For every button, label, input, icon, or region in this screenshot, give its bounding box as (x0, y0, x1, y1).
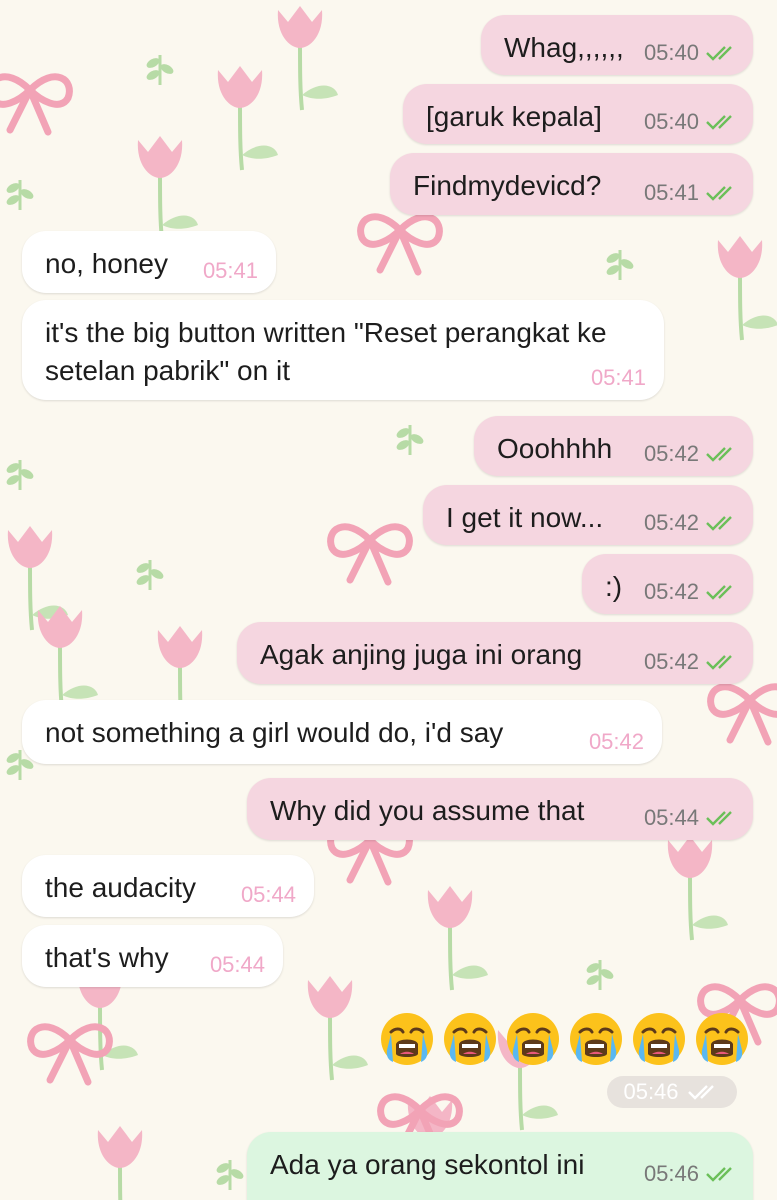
message-text: not something a girl would do, i'd say (45, 717, 504, 748)
message-text: I get it now... (446, 502, 604, 533)
outgoing-message[interactable]: Ooohhhh 05:42 (474, 416, 753, 476)
read-double-check-icon (706, 186, 732, 201)
read-double-check-icon (706, 115, 732, 130)
outgoing-message[interactable]: Whag,,,,,, 05:40 (481, 15, 753, 75)
incoming-message[interactable]: it's the big button written "Reset peran… (22, 300, 664, 400)
read-double-check-icon (706, 447, 732, 462)
outgoing-message[interactable]: I get it now... 05:42 (423, 485, 753, 545)
message-text: that's why (45, 942, 169, 973)
outgoing-message[interactable]: Agak anjing juga ini orang 05:42 (237, 622, 753, 684)
message-text: the audacity (45, 872, 196, 903)
incoming-message[interactable]: not something a girl would do, i'd say 0… (22, 700, 662, 764)
message-time: 05:44 (209, 952, 265, 977)
loudly-crying-face-icon (570, 1013, 622, 1065)
message-time: 05:46 (623, 1079, 679, 1104)
read-double-check-icon (706, 1167, 732, 1182)
read-double-check-icon (706, 811, 732, 826)
message-time: 05:41 (590, 365, 646, 390)
message-text: [garuk kepala] (426, 101, 602, 132)
message-text: Ooohhhh (497, 433, 613, 464)
loudly-crying-face-icon (696, 1013, 748, 1065)
message-time: 05:44 (240, 882, 296, 907)
outgoing-message[interactable]: Findmydevicd? 05:41 (390, 153, 753, 215)
message-time: 05:41 (202, 258, 258, 283)
message-time: 05:44 (643, 805, 699, 830)
message-time: 05:42 (643, 510, 699, 535)
outgoing-message[interactable]: [garuk kepala] 05:40 (403, 84, 753, 144)
message-time: 05:41 (643, 180, 699, 205)
message-time: 05:42 (643, 579, 699, 604)
message-time: 05:42 (643, 649, 699, 674)
message-text: :) (605, 571, 623, 602)
outgoing-message[interactable]: Why did you assume that 05:44 (247, 778, 753, 840)
incoming-message[interactable]: no, honey 05:41 (22, 231, 276, 293)
message-text: Agak anjing juga ini orang (260, 639, 583, 670)
read-double-check-icon (706, 585, 732, 600)
emoji-message[interactable] (378, 1010, 751, 1068)
message-time: 05:42 (588, 729, 644, 754)
read-double-check-icon (706, 46, 732, 61)
loudly-crying-face-icon (381, 1013, 433, 1065)
message-time: 05:42 (643, 441, 699, 466)
message-time: 05:46 (643, 1161, 699, 1186)
message-text: Whag,,,,,, (504, 32, 624, 63)
read-double-check-icon (687, 1085, 714, 1100)
read-double-check-icon (706, 516, 732, 531)
outgoing-message[interactable]: Ada ya orang sekontol ini 05:46 (247, 1132, 753, 1200)
message-time: 05:40 (643, 40, 699, 65)
loudly-crying-face-icon (444, 1013, 496, 1065)
message-text: Findmydevicd? (413, 170, 602, 201)
incoming-message[interactable]: that's why 05:44 (22, 925, 283, 987)
loudly-crying-face-icon (633, 1013, 685, 1065)
message-text: no, honey (45, 248, 168, 279)
message-text: Ada ya orang sekontol ini (270, 1149, 585, 1180)
loudly-crying-face-icon (507, 1013, 559, 1065)
read-double-check-icon (706, 655, 732, 670)
incoming-message[interactable]: the audacity 05:44 (22, 855, 314, 917)
emoji-message-time: 05:46 (607, 1076, 737, 1108)
outgoing-message[interactable]: :) 05:42 (582, 554, 753, 614)
message-text: Why did you assume that (270, 795, 585, 826)
message-text: it's the big button written "Reset peran… (45, 317, 615, 386)
message-time: 05:40 (643, 109, 699, 134)
